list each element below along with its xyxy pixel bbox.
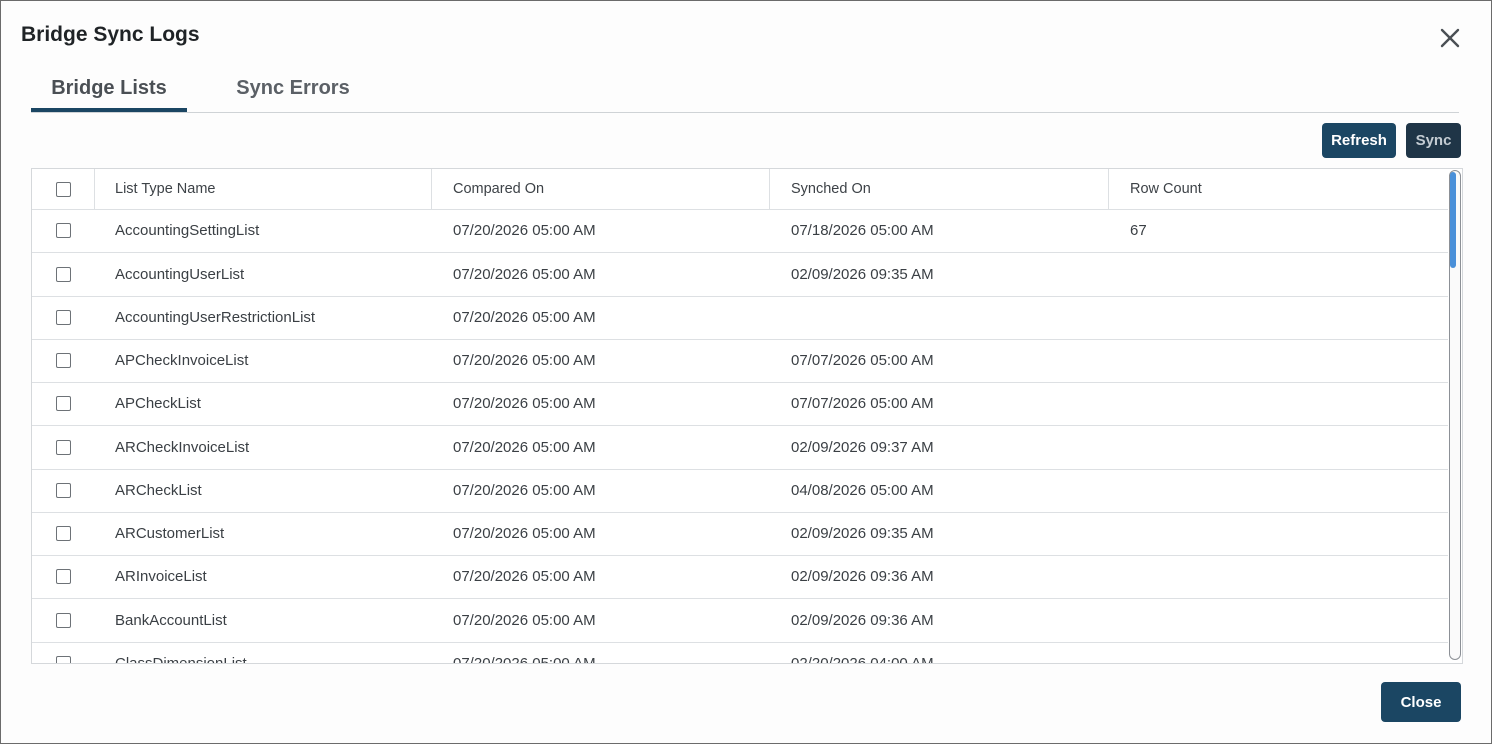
compared-on-cell: 07/20/2026 05:00 AM — [453, 439, 596, 456]
synched-on-cell: 02/20/2026 04:00 AM — [791, 655, 934, 664]
table-row[interactable]: ARCheckList 07/20/2026 05:00 AM 04/08/20… — [32, 469, 1448, 513]
row-select-cell — [32, 555, 94, 598]
refresh-button[interactable]: Refresh — [1322, 123, 1396, 158]
compared-on-cell: 07/20/2026 05:00 AM — [453, 525, 596, 542]
row-checkbox[interactable] — [55, 569, 71, 584]
column-header-list-type-name[interactable]: List Type Name — [94, 169, 432, 209]
row-count-cell — [1109, 512, 1448, 555]
row-select-cell — [32, 512, 94, 555]
table-row[interactable]: ARInvoiceList 07/20/2026 05:00 AM 02/09/… — [32, 555, 1448, 599]
row-count-cell: 67 — [1130, 222, 1147, 239]
list-type-name-cell: ARInvoiceList — [115, 568, 207, 585]
row-count-cell — [1109, 253, 1448, 296]
row-checkbox[interactable] — [55, 440, 71, 455]
row-select-cell — [32, 426, 94, 469]
row-count-cell — [1109, 642, 1448, 663]
synched-on-cell: 07/07/2026 05:00 AM — [791, 352, 934, 369]
row-count-cell — [1109, 426, 1448, 469]
compared-on-cell: 07/20/2026 05:00 AM — [453, 309, 596, 326]
column-header-row-count[interactable]: Row Count — [1109, 169, 1448, 209]
compared-on-cell: 07/20/2026 05:00 AM — [453, 612, 596, 629]
list-type-name-cell: AccountingUserRestrictionList — [115, 309, 316, 326]
list-type-name-cell: ARCheckList — [115, 482, 202, 499]
synched-on-cell — [770, 296, 1109, 339]
table-row[interactable]: BankAccountList 07/20/2026 05:00 AM 02/0… — [32, 599, 1448, 643]
dialog-title: Bridge Sync Logs — [21, 23, 200, 46]
row-select-cell — [32, 339, 94, 382]
row-count-cell — [1109, 339, 1448, 382]
row-select-cell — [32, 642, 94, 663]
row-count-cell — [1109, 469, 1448, 512]
synched-on-cell: 02/09/2026 09:37 AM — [791, 439, 934, 456]
tab-bridge-lists[interactable]: Bridge Lists — [31, 67, 187, 112]
table-row[interactable]: AccountingUserRestrictionList 07/20/2026… — [32, 296, 1448, 340]
row-select-cell — [32, 469, 94, 512]
close-icon[interactable] — [1437, 25, 1463, 51]
row-checkbox[interactable] — [55, 613, 71, 628]
table-row[interactable]: APCheckInvoiceList 07/20/2026 05:00 AM 0… — [32, 339, 1448, 383]
compared-on-cell: 07/20/2026 05:00 AM — [453, 655, 596, 664]
synched-on-cell: 07/18/2026 05:00 AM — [791, 222, 934, 239]
row-select-cell — [32, 253, 94, 296]
tab-sync-errors[interactable]: Sync Errors — [207, 67, 379, 111]
row-select-cell — [32, 296, 94, 339]
list-type-name-cell: ARCustomerList — [115, 525, 225, 542]
table-row[interactable]: ARCustomerList 07/20/2026 05:00 AM 02/09… — [32, 512, 1448, 556]
synched-on-cell: 02/09/2026 09:35 AM — [791, 525, 934, 542]
table-scrollbar[interactable] — [1448, 169, 1462, 663]
synched-on-cell: 07/07/2026 05:00 AM — [791, 395, 934, 412]
close-button[interactable]: Close — [1381, 682, 1461, 722]
table-row[interactable]: ClassDimensionList 07/20/2026 05:00 AM 0… — [32, 642, 1448, 664]
select-all-cell — [32, 169, 95, 209]
compared-on-cell: 07/20/2026 05:00 AM — [453, 482, 596, 499]
scrollbar-thumb[interactable] — [1450, 172, 1456, 268]
row-count-cell — [1109, 296, 1448, 339]
row-checkbox[interactable] — [55, 310, 71, 325]
compared-on-cell: 07/20/2026 05:00 AM — [453, 352, 596, 369]
compared-on-cell: 07/20/2026 05:00 AM — [453, 222, 596, 239]
compared-on-cell: 07/20/2026 05:00 AM — [453, 395, 596, 412]
column-header-synched-on[interactable]: Synched On — [770, 169, 1109, 209]
column-header-compared-on[interactable]: Compared On — [432, 169, 770, 209]
row-count-cell — [1109, 382, 1448, 425]
row-select-cell — [32, 599, 94, 642]
list-type-name-cell: APCheckInvoiceList — [115, 352, 249, 369]
row-count-cell — [1109, 555, 1448, 598]
table-row[interactable]: ARCheckInvoiceList 07/20/2026 05:00 AM 0… — [32, 426, 1448, 470]
row-checkbox[interactable] — [55, 267, 71, 282]
list-type-name-cell: ARCheckInvoiceList — [115, 439, 250, 456]
table-row[interactable]: AccountingSettingList 07/20/2026 05:00 A… — [32, 209, 1448, 253]
row-checkbox[interactable] — [55, 526, 71, 541]
list-type-name-cell: APCheckList — [115, 395, 201, 412]
row-select-cell — [32, 382, 94, 425]
row-checkbox[interactable] — [55, 483, 71, 498]
bridge-lists-table: List Type Name Compared On Synched On Ro… — [31, 168, 1463, 664]
list-type-name-cell: AccountingUserList — [115, 266, 245, 283]
table-row[interactable]: APCheckList 07/20/2026 05:00 AM 07/07/20… — [32, 382, 1448, 426]
select-all-checkbox[interactable] — [55, 181, 71, 197]
row-count-cell — [1109, 599, 1448, 642]
row-checkbox[interactable] — [55, 656, 71, 663]
table-header-row: List Type Name Compared On Synched On Ro… — [32, 169, 1448, 210]
row-checkbox[interactable] — [55, 353, 71, 368]
row-select-cell — [32, 209, 94, 252]
row-checkbox[interactable] — [55, 223, 71, 238]
list-type-name-cell: ClassDimensionList — [115, 655, 247, 664]
list-type-name-cell: BankAccountList — [115, 612, 227, 629]
row-checkbox[interactable] — [55, 396, 71, 411]
synched-on-cell: 02/09/2026 09:35 AM — [791, 266, 934, 283]
synched-on-cell: 02/09/2026 09:36 AM — [791, 568, 934, 585]
tab-bar: Bridge Lists Sync Errors — [31, 67, 1459, 113]
compared-on-cell: 07/20/2026 05:00 AM — [453, 568, 596, 585]
compared-on-cell: 07/20/2026 05:00 AM — [453, 266, 596, 283]
synched-on-cell: 02/09/2026 09:36 AM — [791, 612, 934, 629]
list-type-name-cell: AccountingSettingList — [115, 222, 260, 239]
sync-button[interactable]: Sync — [1406, 123, 1461, 158]
synched-on-cell: 04/08/2026 05:00 AM — [791, 482, 934, 499]
bridge-sync-logs-dialog: Bridge Sync Logs Bridge Lists Sync Error… — [0, 0, 1492, 744]
table-row[interactable]: AccountingUserList 07/20/2026 05:00 AM 0… — [32, 253, 1448, 297]
